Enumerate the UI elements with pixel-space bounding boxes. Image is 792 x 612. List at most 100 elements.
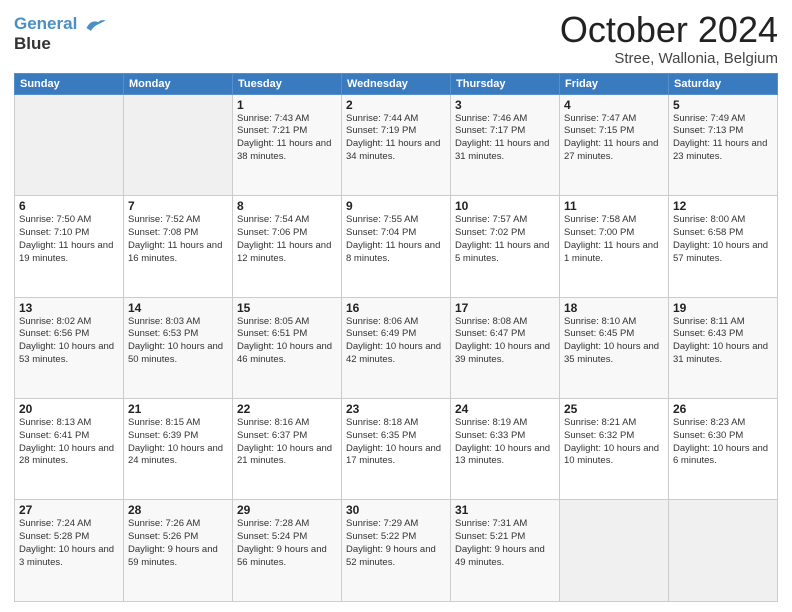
calendar-cell: 31Sunrise: 7:31 AMSunset: 5:21 PMDayligh… (451, 500, 560, 602)
day-number: 14 (128, 301, 228, 315)
day-number: 8 (237, 199, 337, 213)
day-info: Sunrise: 7:55 AMSunset: 7:04 PMDaylight:… (346, 214, 446, 265)
day-number: 18 (564, 301, 664, 315)
calendar-subtitle: Stree, Wallonia, Belgium (560, 50, 778, 67)
day-info: Sunrise: 8:06 AMSunset: 6:49 PMDaylight:… (346, 316, 446, 367)
day-info: Sunrise: 8:23 AMSunset: 6:30 PMDaylight:… (673, 417, 773, 468)
calendar-cell: 9Sunrise: 7:55 AMSunset: 7:04 PMDaylight… (342, 196, 451, 297)
day-info: Sunrise: 7:24 AMSunset: 5:28 PMDaylight:… (19, 518, 119, 569)
logo: General Blue (14, 14, 107, 53)
day-info: Sunrise: 8:02 AMSunset: 6:56 PMDaylight:… (19, 316, 119, 367)
weekday-header-row: SundayMondayTuesdayWednesdayThursdayFrid… (15, 73, 778, 94)
day-number: 21 (128, 402, 228, 416)
day-info: Sunrise: 8:18 AMSunset: 6:35 PMDaylight:… (346, 417, 446, 468)
day-info: Sunrise: 7:52 AMSunset: 7:08 PMDaylight:… (128, 214, 228, 265)
logo-bird-icon (85, 17, 107, 33)
day-info: Sunrise: 7:29 AMSunset: 5:22 PMDaylight:… (346, 518, 446, 569)
page: General Blue October 2024 Stree, Walloni… (0, 0, 792, 612)
header: General Blue October 2024 Stree, Walloni… (14, 10, 778, 67)
calendar-cell (124, 94, 233, 195)
day-number: 22 (237, 402, 337, 416)
calendar-cell: 20Sunrise: 8:13 AMSunset: 6:41 PMDayligh… (15, 399, 124, 500)
day-info: Sunrise: 7:28 AMSunset: 5:24 PMDaylight:… (237, 518, 337, 569)
day-info: Sunrise: 7:50 AMSunset: 7:10 PMDaylight:… (19, 214, 119, 265)
calendar-cell: 17Sunrise: 8:08 AMSunset: 6:47 PMDayligh… (451, 297, 560, 398)
weekday-header-tuesday: Tuesday (233, 73, 342, 94)
weekday-header-sunday: Sunday (15, 73, 124, 94)
calendar-title: October 2024 (560, 10, 778, 50)
calendar-cell: 25Sunrise: 8:21 AMSunset: 6:32 PMDayligh… (560, 399, 669, 500)
calendar-cell: 14Sunrise: 8:03 AMSunset: 6:53 PMDayligh… (124, 297, 233, 398)
calendar-cell (560, 500, 669, 602)
day-number: 25 (564, 402, 664, 416)
calendar-cell (669, 500, 778, 602)
day-number: 15 (237, 301, 337, 315)
calendar-cell: 24Sunrise: 8:19 AMSunset: 6:33 PMDayligh… (451, 399, 560, 500)
day-info: Sunrise: 7:46 AMSunset: 7:17 PMDaylight:… (455, 113, 555, 164)
logo-text: General Blue (14, 14, 107, 53)
weekday-header-saturday: Saturday (669, 73, 778, 94)
calendar-cell: 8Sunrise: 7:54 AMSunset: 7:06 PMDaylight… (233, 196, 342, 297)
calendar-cell: 27Sunrise: 7:24 AMSunset: 5:28 PMDayligh… (15, 500, 124, 602)
day-info: Sunrise: 7:26 AMSunset: 5:26 PMDaylight:… (128, 518, 228, 569)
weekday-header-monday: Monday (124, 73, 233, 94)
calendar-cell: 7Sunrise: 7:52 AMSunset: 7:08 PMDaylight… (124, 196, 233, 297)
day-number: 12 (673, 199, 773, 213)
calendar-cell: 29Sunrise: 7:28 AMSunset: 5:24 PMDayligh… (233, 500, 342, 602)
day-number: 6 (19, 199, 119, 213)
weekday-header-thursday: Thursday (451, 73, 560, 94)
day-info: Sunrise: 8:08 AMSunset: 6:47 PMDaylight:… (455, 316, 555, 367)
day-info: Sunrise: 7:47 AMSunset: 7:15 PMDaylight:… (564, 113, 664, 164)
day-number: 10 (455, 199, 555, 213)
calendar-cell (15, 94, 124, 195)
day-number: 19 (673, 301, 773, 315)
logo-general: General (14, 14, 77, 33)
day-number: 13 (19, 301, 119, 315)
day-number: 28 (128, 503, 228, 517)
day-info: Sunrise: 8:11 AMSunset: 6:43 PMDaylight:… (673, 316, 773, 367)
day-number: 17 (455, 301, 555, 315)
calendar-cell: 28Sunrise: 7:26 AMSunset: 5:26 PMDayligh… (124, 500, 233, 602)
day-info: Sunrise: 8:00 AMSunset: 6:58 PMDaylight:… (673, 214, 773, 265)
calendar-cell: 16Sunrise: 8:06 AMSunset: 6:49 PMDayligh… (342, 297, 451, 398)
day-number: 29 (237, 503, 337, 517)
day-number: 3 (455, 98, 555, 112)
calendar-cell: 19Sunrise: 8:11 AMSunset: 6:43 PMDayligh… (669, 297, 778, 398)
day-info: Sunrise: 7:43 AMSunset: 7:21 PMDaylight:… (237, 113, 337, 164)
calendar-cell: 3Sunrise: 7:46 AMSunset: 7:17 PMDaylight… (451, 94, 560, 195)
day-info: Sunrise: 8:16 AMSunset: 6:37 PMDaylight:… (237, 417, 337, 468)
calendar-cell: 21Sunrise: 8:15 AMSunset: 6:39 PMDayligh… (124, 399, 233, 500)
calendar-cell: 22Sunrise: 8:16 AMSunset: 6:37 PMDayligh… (233, 399, 342, 500)
day-info: Sunrise: 8:21 AMSunset: 6:32 PMDaylight:… (564, 417, 664, 468)
calendar-week-row: 6Sunrise: 7:50 AMSunset: 7:10 PMDaylight… (15, 196, 778, 297)
day-info: Sunrise: 7:57 AMSunset: 7:02 PMDaylight:… (455, 214, 555, 265)
weekday-header-friday: Friday (560, 73, 669, 94)
day-number: 16 (346, 301, 446, 315)
calendar-week-row: 13Sunrise: 8:02 AMSunset: 6:56 PMDayligh… (15, 297, 778, 398)
calendar-cell: 30Sunrise: 7:29 AMSunset: 5:22 PMDayligh… (342, 500, 451, 602)
calendar-week-row: 1Sunrise: 7:43 AMSunset: 7:21 PMDaylight… (15, 94, 778, 195)
day-number: 31 (455, 503, 555, 517)
day-number: 20 (19, 402, 119, 416)
day-number: 23 (346, 402, 446, 416)
calendar-cell: 15Sunrise: 8:05 AMSunset: 6:51 PMDayligh… (233, 297, 342, 398)
day-number: 27 (19, 503, 119, 517)
title-block: October 2024 Stree, Wallonia, Belgium (560, 10, 778, 67)
calendar-cell: 2Sunrise: 7:44 AMSunset: 7:19 PMDaylight… (342, 94, 451, 195)
day-number: 7 (128, 199, 228, 213)
day-number: 4 (564, 98, 664, 112)
calendar-week-row: 20Sunrise: 8:13 AMSunset: 6:41 PMDayligh… (15, 399, 778, 500)
day-info: Sunrise: 7:31 AMSunset: 5:21 PMDaylight:… (455, 518, 555, 569)
calendar-cell: 26Sunrise: 8:23 AMSunset: 6:30 PMDayligh… (669, 399, 778, 500)
logo-blue: Blue (14, 34, 107, 54)
calendar-cell: 5Sunrise: 7:49 AMSunset: 7:13 PMDaylight… (669, 94, 778, 195)
day-number: 26 (673, 402, 773, 416)
day-info: Sunrise: 8:15 AMSunset: 6:39 PMDaylight:… (128, 417, 228, 468)
calendar-cell: 23Sunrise: 8:18 AMSunset: 6:35 PMDayligh… (342, 399, 451, 500)
day-info: Sunrise: 7:54 AMSunset: 7:06 PMDaylight:… (237, 214, 337, 265)
calendar-cell: 12Sunrise: 8:00 AMSunset: 6:58 PMDayligh… (669, 196, 778, 297)
calendar-cell: 13Sunrise: 8:02 AMSunset: 6:56 PMDayligh… (15, 297, 124, 398)
calendar-cell: 11Sunrise: 7:58 AMSunset: 7:00 PMDayligh… (560, 196, 669, 297)
calendar-table: SundayMondayTuesdayWednesdayThursdayFrid… (14, 73, 778, 602)
calendar-cell: 10Sunrise: 7:57 AMSunset: 7:02 PMDayligh… (451, 196, 560, 297)
